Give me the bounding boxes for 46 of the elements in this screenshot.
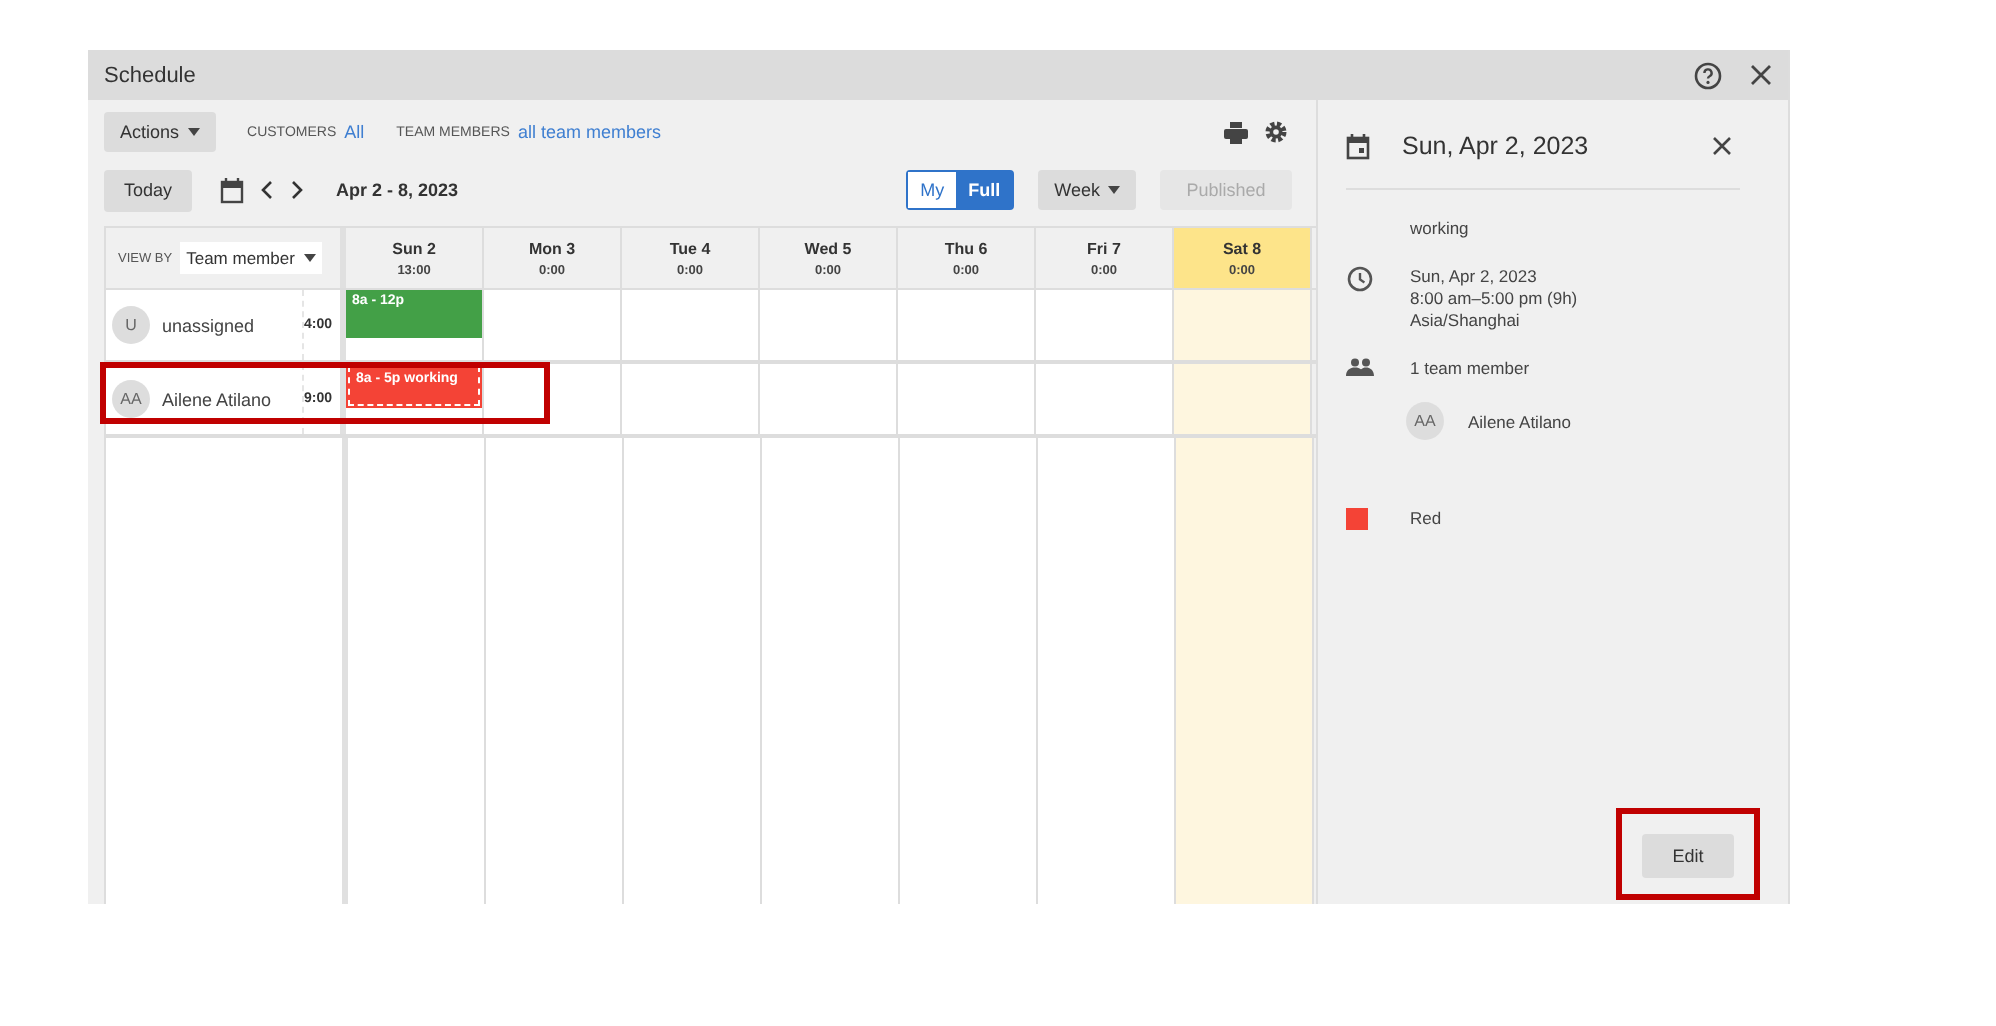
grid-cell[interactable] xyxy=(1036,364,1174,434)
close-icon[interactable] xyxy=(1750,64,1772,86)
calendar-icon xyxy=(1346,133,1370,159)
settings-icon[interactable] xyxy=(1264,120,1288,144)
grid-cell[interactable] xyxy=(898,290,1036,360)
window-title: Schedule xyxy=(104,63,196,87)
view-by-dropdown[interactable]: Team member xyxy=(180,242,323,274)
grid-cell[interactable] xyxy=(622,290,760,360)
today-button[interactable]: Today xyxy=(104,169,193,211)
close-icon[interactable] xyxy=(1712,136,1732,156)
avatar: U xyxy=(112,306,150,344)
grid-cell[interactable] xyxy=(1036,290,1174,360)
grid-cell[interactable] xyxy=(898,364,1036,434)
shift-title: working xyxy=(1410,218,1469,238)
calendar-icon[interactable] xyxy=(220,177,245,203)
avatar: AA xyxy=(112,380,150,418)
color-name: Red xyxy=(1410,508,1442,528)
filter-link[interactable]: all team members xyxy=(517,122,661,142)
grid-cell[interactable] xyxy=(622,364,760,434)
clock-icon xyxy=(1346,266,1374,292)
print-icon[interactable] xyxy=(1224,121,1248,143)
date-range: Apr 2 - 8, 2023 xyxy=(336,180,459,200)
grid-cell[interactable] xyxy=(760,290,898,360)
grid-cell[interactable] xyxy=(1174,364,1312,434)
shift-time-text: 8:00 am–5:00 pm (9h) xyxy=(1410,288,1578,308)
filter-link[interactable]: All xyxy=(344,122,365,142)
member-name: Ailene Atilano xyxy=(162,389,274,409)
shift-time-text: Sun, Apr 2, 2023 xyxy=(1410,266,1539,286)
scope-toggle[interactable]: Full xyxy=(956,172,1013,208)
grid-cell[interactable] xyxy=(1174,290,1312,360)
member-count: 1 team member xyxy=(1410,358,1530,378)
edit-button[interactable]: Edit xyxy=(1642,834,1734,878)
detail-date: Sun, Apr 2, 2023 xyxy=(1402,132,1591,160)
avatar: AA xyxy=(1406,402,1444,440)
grid-cell[interactable] xyxy=(484,290,622,360)
next-icon[interactable] xyxy=(290,180,305,200)
member-name: unassigned xyxy=(162,315,257,335)
people-icon xyxy=(1346,358,1374,376)
period-dropdown[interactable]: Week xyxy=(1038,170,1136,210)
grid-cell[interactable] xyxy=(484,364,622,434)
member-name: Ailene Atilano xyxy=(1468,411,1572,431)
actions-button[interactable]: Actions xyxy=(104,112,216,152)
help-icon[interactable] xyxy=(1694,61,1722,89)
shift-time-text: Asia/Shanghai xyxy=(1410,310,1522,330)
previous-icon[interactable] xyxy=(260,180,275,200)
grid-cell[interactable] xyxy=(760,364,898,434)
